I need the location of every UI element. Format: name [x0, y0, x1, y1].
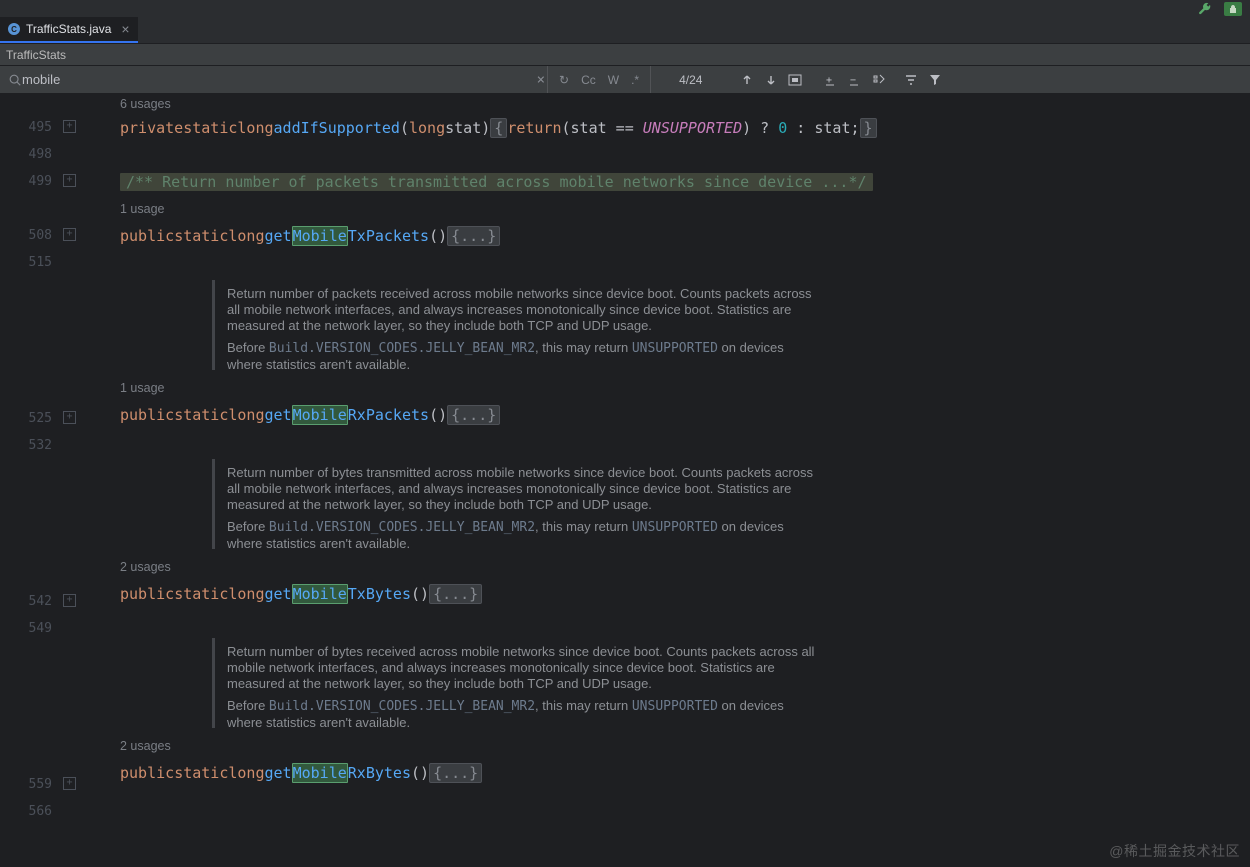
code-line: private static long addIfSupported(long … — [86, 114, 1250, 141]
line-number[interactable]: 498 — [0, 141, 86, 168]
line-number[interactable]: 542 — [0, 588, 86, 615]
match-case-toggle[interactable]: Cc — [576, 71, 601, 89]
line-number[interactable]: 525 — [0, 405, 86, 432]
line-number[interactable]: 532 — [0, 432, 86, 459]
java-file-icon: C — [8, 23, 20, 35]
code-editor[interactable]: 495 498 499 508 515 525 532 542 549 559 … — [0, 94, 1250, 867]
next-match-button[interactable] — [760, 69, 782, 91]
code-line: /** Return number of packets transmitted… — [86, 168, 1250, 195]
line-number[interactable]: 515 — [0, 249, 86, 276]
line-number[interactable]: 559 — [0, 771, 86, 798]
find-bar: × ↻ Cc W .* 4/24 + − — [0, 66, 1250, 94]
javadoc-rendered: Return number of bytes transmitted acros… — [212, 459, 828, 549]
select-all-occurrences-button[interactable] — [868, 69, 890, 91]
code-line: public static long getMobileRxPackets() … — [86, 401, 1250, 428]
remove-selection-button[interactable]: − — [844, 69, 866, 91]
filter-list-button[interactable] — [900, 69, 922, 91]
breadcrumb[interactable]: TrafficStats — [0, 44, 1250, 66]
line-number[interactable]: 499 — [0, 168, 86, 195]
code-line: public static long getMobileRxBytes() {.… — [86, 759, 1250, 786]
search-history-icon[interactable]: ↻ — [554, 71, 574, 89]
clear-search-icon[interactable]: × — [535, 72, 547, 88]
filter-button[interactable] — [924, 69, 946, 91]
code-line: public static long getMobileTxPackets() … — [86, 222, 1250, 249]
search-input[interactable] — [22, 72, 535, 87]
usage-hint[interactable]: 1 usage — [86, 195, 1250, 222]
gutter[interactable]: 495 498 499 508 515 525 532 542 549 559 … — [0, 94, 86, 867]
usage-hint[interactable]: 1 usage — [86, 374, 1250, 401]
tab-trafficstats[interactable]: C TrafficStats.java × — [0, 17, 138, 43]
close-icon[interactable]: × — [117, 21, 133, 37]
usage-hint[interactable]: 6 usages — [86, 94, 1250, 114]
code-area[interactable]: 6 usages private static long addIfSuppor… — [86, 94, 1250, 867]
add-selection-button[interactable]: + — [820, 69, 842, 91]
prev-match-button[interactable] — [736, 69, 758, 91]
svg-text:−: − — [850, 75, 856, 86]
search-icon — [8, 73, 22, 87]
tab-label: TrafficStats.java — [26, 22, 111, 36]
wrench-icon[interactable] — [1198, 2, 1212, 16]
code-line — [86, 141, 1250, 168]
line-number[interactable]: 508 — [0, 222, 86, 249]
match-count: 4/24 — [651, 73, 730, 87]
line-number[interactable]: 495 — [0, 114, 86, 141]
javadoc-rendered: Return number of packets received across… — [212, 280, 828, 370]
select-all-button[interactable] — [784, 69, 806, 91]
javadoc-rendered: Return number of bytes received across m… — [212, 638, 828, 728]
regex-toggle[interactable]: .* — [626, 71, 644, 89]
svg-text:+: + — [826, 75, 832, 86]
whole-word-toggle[interactable]: W — [603, 71, 624, 89]
line-number[interactable]: 566 — [0, 798, 86, 825]
editor-tabs: C TrafficStats.java × — [0, 17, 1250, 44]
line-number[interactable]: 549 — [0, 615, 86, 642]
status-icon[interactable] — [1224, 2, 1242, 16]
title-bar — [0, 0, 1250, 17]
watermark: @稀土掘金技术社区 — [1109, 841, 1240, 861]
usage-hint[interactable]: 2 usages — [86, 553, 1250, 580]
code-line: public static long getMobileTxBytes() {.… — [86, 580, 1250, 607]
usage-hint[interactable]: 2 usages — [86, 732, 1250, 759]
